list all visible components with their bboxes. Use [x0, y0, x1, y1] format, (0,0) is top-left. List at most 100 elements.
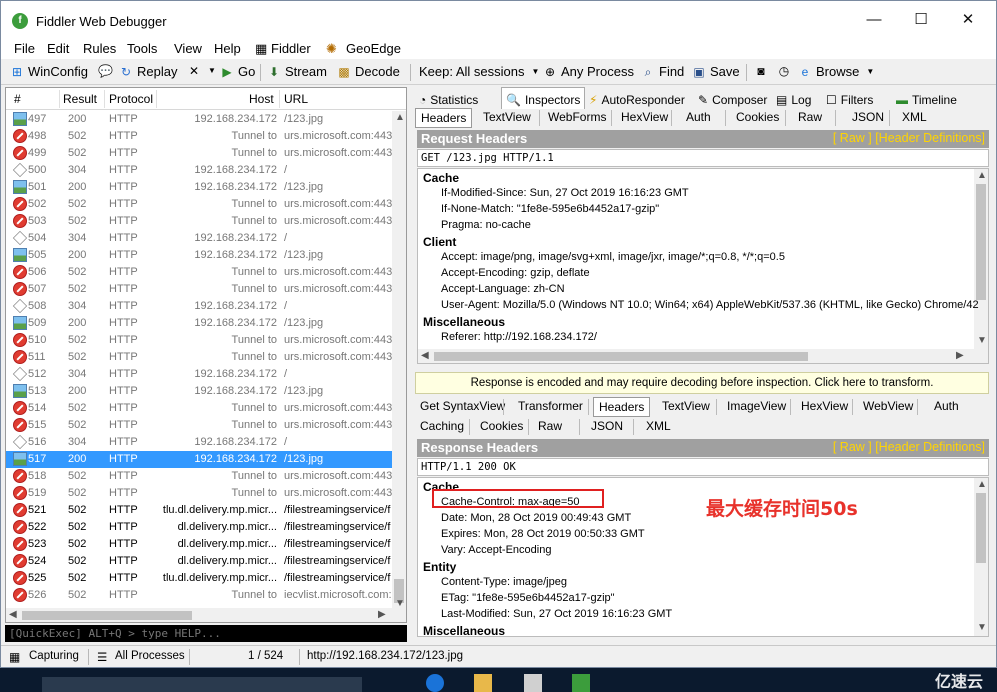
tab-filters[interactable]: ☐ Filters: [822, 88, 877, 108]
request-vertical-scrollbar[interactable]: ▲ ▼: [974, 169, 988, 349]
header-item[interactable]: Last-Modified: Sun, 27 Oct 2019 16:16:23…: [441, 608, 672, 620]
close-button[interactable]: ✕: [945, 7, 991, 33]
session-row[interactable]: 498 502 HTTP Tunnel to urs.microsoft.com:443: [6, 128, 392, 145]
header-group[interactable]: Miscellaneous: [423, 624, 505, 636]
session-row[interactable]: 503 502 HTTP Tunnel to urs.microsoft.com:443: [6, 213, 392, 230]
tab-response-textview[interactable]: TextView: [657, 399, 715, 413]
decode-button[interactable]: ▩ Decode: [337, 64, 399, 79]
stream-button[interactable]: ⬇ Stream: [267, 64, 327, 79]
header-group[interactable]: Client: [423, 235, 456, 249]
menu-file[interactable]: File: [14, 41, 35, 56]
save-button[interactable]: ▣ Save: [692, 64, 739, 79]
go-button[interactable]: ▶ Go: [220, 64, 255, 79]
menu-tools[interactable]: Tools: [127, 41, 157, 56]
header-group[interactable]: Entity: [423, 560, 456, 574]
session-row[interactable]: 501 200 HTTP 192.168.234.172/123.jpg: [6, 179, 392, 196]
session-row[interactable]: 508 304 HTTP 192.168.234.172 /: [6, 298, 392, 315]
winconfig-button[interactable]: ⊞ WinConfig: [10, 64, 88, 79]
menu-geoedge[interactable]: GeoEdge: [346, 41, 401, 56]
session-row[interactable]: 516 304 HTTP 192.168.234.172 /: [6, 434, 392, 451]
scroll-left-icon[interactable]: ◀: [421, 350, 429, 361]
session-list-horizontal-scrollbar[interactable]: ◀ ▶: [6, 608, 406, 622]
screenshot-button[interactable]: ◙: [754, 64, 768, 78]
header-item[interactable]: Date: Mon, 28 Oct 2019 00:49:43 GMT: [441, 512, 631, 524]
tab-response-auth[interactable]: Auth: [929, 399, 964, 413]
header-item[interactable]: User-Agent: Mozilla/5.0 (Windows NT 10.0…: [441, 299, 979, 311]
session-list-vertical-scrollbar[interactable]: ▲ ▼: [392, 111, 406, 609]
tab-response-syntaxview[interactable]: Get SyntaxView: [415, 399, 510, 413]
session-row[interactable]: 512 304 HTTP 192.168.234.172 /: [6, 366, 392, 383]
replay-button[interactable]: ↻ Replay: [119, 64, 178, 79]
fiddler-taskbar-icon[interactable]: [572, 674, 590, 692]
session-row[interactable]: 509 200 HTTP 192.168.234.172/123.jpg: [6, 315, 392, 332]
minimize-button[interactable]: —: [851, 7, 897, 33]
capturing-icon[interactable]: ▦: [9, 650, 20, 664]
scroll-up-icon[interactable]: ▲: [395, 112, 405, 123]
session-row[interactable]: 504 304 HTTP 192.168.234.172 /: [6, 230, 392, 247]
scroll-down-icon[interactable]: ▼: [977, 335, 987, 346]
scrollbar-thumb[interactable]: [434, 352, 808, 361]
column-result[interactable]: Result: [63, 92, 97, 106]
maximize-button[interactable]: ☐: [898, 7, 944, 33]
session-row[interactable]: 514 502 HTTP Tunnel to urs.microsoft.com:443: [6, 400, 392, 417]
header-item[interactable]: Pragma: no-cache: [441, 219, 531, 231]
tab-request-auth[interactable]: Auth: [681, 110, 716, 124]
browse-button[interactable]: e Browse ▼: [798, 64, 877, 79]
session-row[interactable]: 506 502 HTTP Tunnel to urs.microsoft.com:443: [6, 264, 392, 281]
session-row[interactable]: 526 502 HTTP Tunnel to iecvlist.microsoft.co…: [6, 587, 392, 604]
tab-request-hexview[interactable]: HexView: [616, 110, 673, 124]
tab-request-xml[interactable]: XML: [897, 110, 932, 124]
tab-request-raw[interactable]: Raw: [793, 110, 827, 124]
header-group[interactable]: Miscellaneous: [423, 315, 505, 329]
header-group[interactable]: Cache: [423, 171, 459, 185]
store-icon[interactable]: [524, 674, 542, 692]
scrollbar-thumb[interactable]: [976, 493, 986, 563]
scroll-up-icon[interactable]: ▲: [977, 479, 987, 490]
tab-response-imageview[interactable]: ImageView: [722, 399, 791, 413]
tab-composer[interactable]: ✎ Composer: [694, 88, 771, 108]
session-row[interactable]: 519 502 HTTP Tunnel to urs.microsoft.com:443: [6, 485, 392, 502]
session-row[interactable]: 510 502 HTTP Tunnel to urs.microsoft.com:443: [6, 332, 392, 349]
response-vertical-scrollbar[interactable]: ▲ ▼: [974, 478, 988, 636]
session-row[interactable]: 525 502 HTTP tlu.dl.delivery.mp.micr... /fil…: [6, 570, 392, 587]
tab-timeline[interactable]: ▬ Timeline: [892, 88, 961, 108]
session-row[interactable]: 513 200 HTTP 192.168.234.172/123.jpg: [6, 383, 392, 400]
request-header-links[interactable]: [ Raw ] [Header Definitions]: [833, 131, 985, 145]
decode-notice[interactable]: Response is encoded and may require deco…: [415, 372, 989, 394]
taskbar-search-box[interactable]: [42, 677, 362, 692]
session-row[interactable]: 500 304 HTTP 192.168.234.172 /: [6, 162, 392, 179]
capturing-status[interactable]: Capturing: [29, 650, 79, 662]
tab-response-xml[interactable]: XML: [641, 419, 676, 433]
menu-fiddler[interactable]: Fiddler: [271, 41, 311, 56]
column-url[interactable]: URL: [284, 92, 308, 106]
header-item[interactable]: Referer: http://192.168.234.172/: [441, 331, 597, 343]
tab-request-headers[interactable]: Headers: [415, 108, 473, 128]
edge-icon[interactable]: [426, 674, 444, 692]
session-row[interactable]: 523 502 HTTP dl.delivery.mp.micr... /filestr…: [6, 536, 392, 553]
menu-help[interactable]: Help: [214, 41, 241, 56]
menu-edit[interactable]: Edit: [47, 41, 69, 56]
scroll-right-icon[interactable]: ▶: [378, 609, 386, 620]
menu-view[interactable]: View: [174, 41, 202, 56]
session-row[interactable]: 499 502 HTTP Tunnel to urs.microsoft.com:443: [6, 145, 392, 162]
tab-log[interactable]: ▤ Log: [772, 88, 815, 108]
tab-response-headers[interactable]: Headers: [593, 397, 651, 417]
session-row[interactable]: 511 502 HTTP Tunnel to urs.microsoft.com:443: [6, 349, 392, 366]
column-protocol[interactable]: Protocol: [109, 92, 153, 106]
tab-response-webview[interactable]: WebView: [858, 399, 918, 413]
tab-request-webforms[interactable]: WebForms: [543, 110, 611, 124]
scrollbar-thumb[interactable]: [22, 611, 192, 620]
session-row[interactable]: 502 502 HTTP Tunnel to urs.microsoft.com:443: [6, 196, 392, 213]
find-button[interactable]: ⌕ Find: [641, 64, 685, 79]
scrollbar-thumb[interactable]: [976, 184, 986, 300]
timer-button[interactable]: ◷: [777, 64, 791, 78]
tab-autoresponder[interactable]: ⚡ AutoResponder: [585, 88, 689, 108]
menu-rules[interactable]: Rules: [83, 41, 116, 56]
tab-inspectors[interactable]: 🔍 Inspectors: [501, 87, 586, 109]
process-filter[interactable]: All Processes: [115, 650, 185, 662]
column-host[interactable]: Host: [249, 92, 274, 106]
session-row[interactable]: 524 502 HTTP dl.delivery.mp.micr... /filestr…: [6, 553, 392, 570]
session-row[interactable]: 522 502 HTTP dl.delivery.mp.micr... /filestr…: [6, 519, 392, 536]
header-item[interactable]: ETag: "1fe8e-595e6b4452a17-gzip": [441, 592, 615, 604]
header-item[interactable]: Content-Type: image/jpeg: [441, 576, 567, 588]
